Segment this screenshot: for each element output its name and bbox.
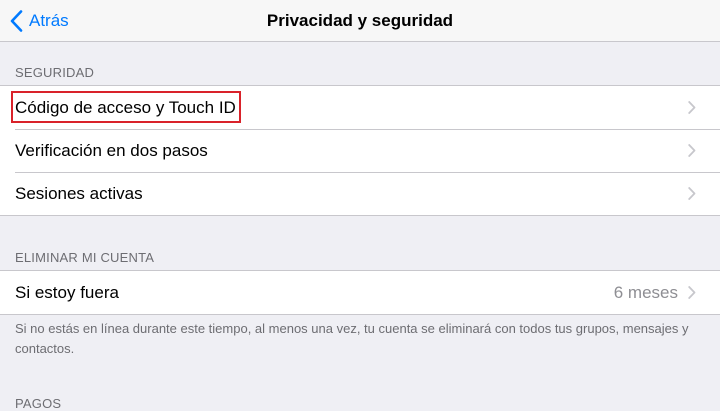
section-header-security: SEGURIDAD <box>15 65 95 80</box>
delete-account-group: Si estoy fuera 6 meses <box>0 270 720 315</box>
row-label: Verificación en dos pasos <box>15 140 208 160</box>
row-if-away[interactable]: Si estoy fuera 6 meses <box>0 271 720 314</box>
section-header-payments: PAGOS <box>15 396 62 411</box>
navigation-bar: Atrás Privacidad y seguridad <box>0 0 720 42</box>
row-value: 6 meses <box>613 282 678 302</box>
row-active-sessions[interactable]: Sesiones activas <box>0 172 720 215</box>
chevron-right-icon <box>688 187 696 200</box>
row-two-step-verification[interactable]: Verificación en dos pasos <box>0 129 720 172</box>
chevron-right-icon <box>688 144 696 157</box>
chevron-right-icon <box>688 286 696 299</box>
highlight-box <box>11 91 241 123</box>
row-label: Si estoy fuera <box>15 282 119 302</box>
delete-account-footer: Si no estás en línea durante este tiempo… <box>15 321 689 356</box>
chevron-right-icon <box>688 101 696 114</box>
section-header-delete-account: ELIMINAR MI CUENTA <box>15 250 155 265</box>
page-title: Privacidad y seguridad <box>266 11 454 30</box>
row-label: Sesiones activas <box>15 183 143 203</box>
